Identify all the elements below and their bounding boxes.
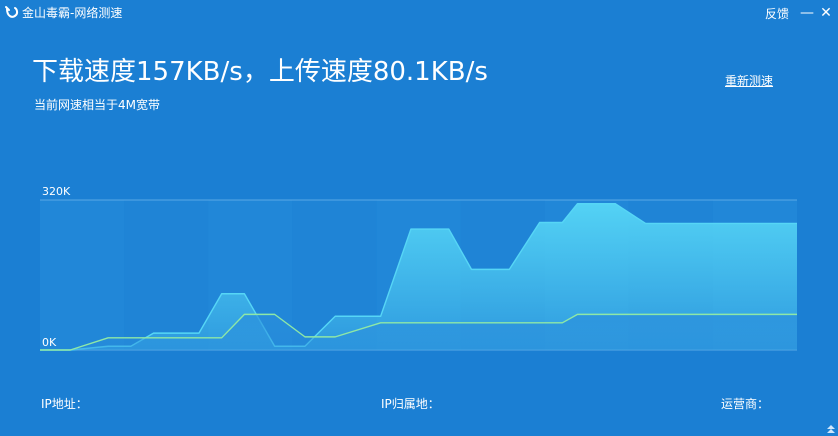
kingsoft-logo-icon bbox=[5, 6, 19, 18]
isp-label: 运营商： bbox=[721, 397, 770, 411]
download-series-point bbox=[471, 269, 472, 270]
upload-series-point bbox=[153, 337, 154, 338]
download-series-point bbox=[796, 223, 797, 224]
chart-grid-band bbox=[40, 200, 125, 350]
upload-series-point bbox=[645, 314, 646, 315]
upload-series-point bbox=[615, 314, 616, 315]
title-bar[interactable]: 金山毒霸-网络测速 反馈 — ✕ bbox=[0, 0, 838, 28]
retest-button[interactable]: 重新测速 bbox=[725, 73, 773, 89]
download-series-point bbox=[448, 228, 449, 229]
upload-series-point bbox=[448, 322, 449, 323]
speed-chart-svg bbox=[39, 199, 797, 351]
upload-series-point bbox=[274, 314, 275, 315]
upload-series-point bbox=[751, 314, 752, 315]
upload-series-point bbox=[39, 349, 40, 350]
network-info-footer: IP地址： IP归属地： 运营商： bbox=[0, 396, 838, 416]
upload-series-point bbox=[380, 322, 381, 323]
download-series-point bbox=[198, 333, 199, 334]
upload-series-point bbox=[539, 322, 540, 323]
close-icon[interactable]: ✕ bbox=[818, 4, 834, 22]
upload-series-point bbox=[198, 337, 199, 338]
upload-series-point bbox=[471, 322, 472, 323]
download-series-point bbox=[751, 223, 752, 224]
upload-series-point bbox=[108, 337, 109, 338]
upload-series-point bbox=[796, 314, 797, 315]
upload-series-point bbox=[130, 337, 131, 338]
upload-series-point bbox=[562, 322, 563, 323]
upload-series-point bbox=[577, 314, 578, 315]
y-axis-min-label: 0K bbox=[42, 336, 57, 349]
chart-grid-band bbox=[124, 200, 209, 350]
upload-series-point bbox=[675, 314, 676, 315]
window-title: 金山毒霸-网络测速 bbox=[22, 6, 123, 20]
upload-series-point bbox=[70, 349, 71, 350]
download-series-point bbox=[153, 333, 154, 334]
download-series-point bbox=[244, 293, 245, 294]
resize-grip-icon[interactable] bbox=[826, 424, 836, 434]
upload-series-point bbox=[509, 322, 510, 323]
download-series-point bbox=[380, 316, 381, 317]
download-series-point bbox=[577, 203, 578, 204]
download-series-point bbox=[335, 316, 336, 317]
upload-series-point bbox=[304, 336, 305, 337]
speed-result-headline: 下载速度157KB/s，上传速度80.1KB/s bbox=[32, 57, 488, 87]
upload-series-point bbox=[713, 314, 714, 315]
feedback-link[interactable]: 反馈 bbox=[765, 6, 789, 22]
speedtest-window: 金山毒霸-网络测速 反馈 — ✕ 下载速度157KB/s，上传速度80.1KB/… bbox=[0, 0, 838, 436]
download-series-point bbox=[539, 222, 540, 223]
download-series-point bbox=[645, 223, 646, 224]
ip-location-label: IP归属地： bbox=[381, 397, 440, 411]
bandwidth-equivalent-text: 当前网速相当于4M宽带 bbox=[34, 98, 160, 112]
download-series-point bbox=[410, 228, 411, 229]
download-series-point bbox=[221, 293, 222, 294]
download-series-point bbox=[675, 223, 676, 224]
speed-chart: 320K 0K bbox=[0, 180, 838, 360]
upload-series-point bbox=[335, 336, 336, 337]
upload-series-point bbox=[410, 322, 411, 323]
y-axis-max-label: 320K bbox=[42, 185, 71, 198]
minimize-icon[interactable]: — bbox=[799, 4, 815, 22]
download-series-point bbox=[509, 269, 510, 270]
upload-series-point bbox=[244, 314, 245, 315]
download-series-point bbox=[615, 203, 616, 204]
download-series-point bbox=[713, 223, 714, 224]
download-series-point bbox=[562, 222, 563, 223]
ip-address-label: IP地址： bbox=[41, 397, 88, 411]
upload-series-point bbox=[221, 337, 222, 338]
